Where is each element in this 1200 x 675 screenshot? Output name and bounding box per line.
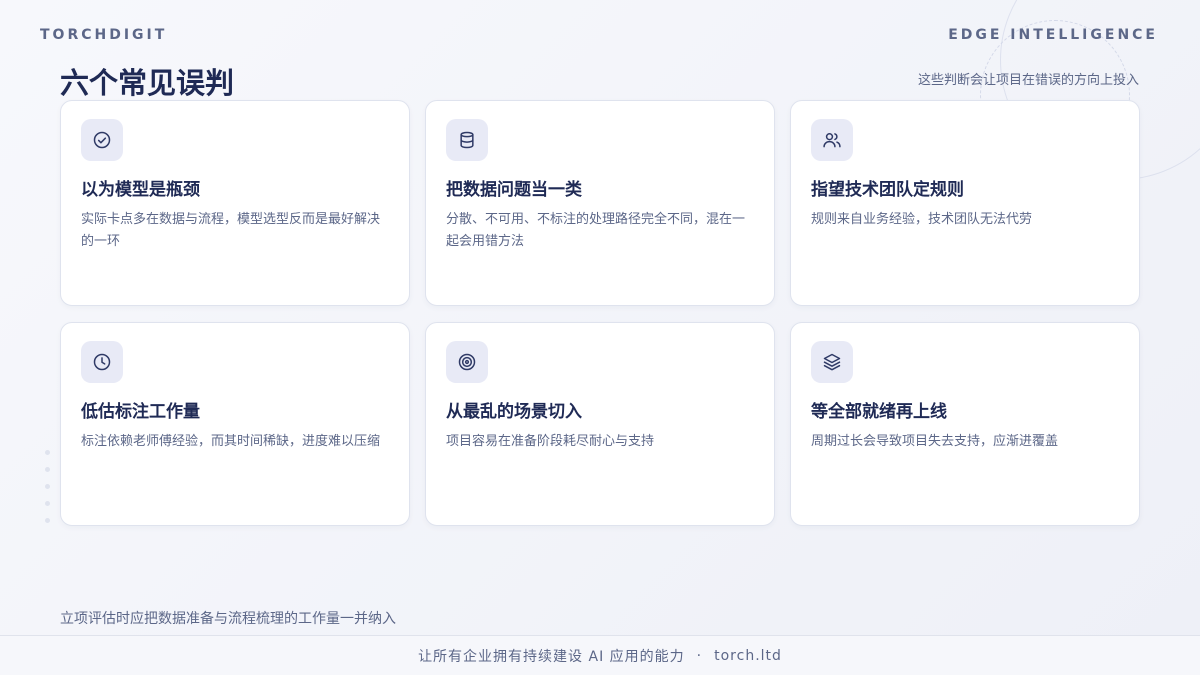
users-icon [811,119,853,161]
clock-icon [81,341,123,383]
card-tech-team-rules: 指望技术团队定规则 规则来自业务经验，技术团队无法代劳 [790,100,1140,306]
card-title: 等全部就绪再上线 [811,402,947,422]
target-icon [446,341,488,383]
card-model-bottleneck: 以为模型是瓶颈 实际卡点多在数据与流程，模型选型反而是最好解决的一环 [60,100,410,306]
brand-logo-text: TORCHDIGIT [40,27,168,43]
footer-slogan: 让所有企业拥有持续建设 AI 应用的能力 [418,648,685,665]
card-messy-scenario: 从最乱的场景切入 项目容易在准备阶段耗尽耐心与支持 [425,322,775,526]
card-description: 标注依赖老师傅经验，而其时间稀缺，进度难以压缩 [81,434,381,449]
card-description: 实际卡点多在数据与流程，模型选型反而是最好解决的一环 [81,212,381,249]
footer-bar: 让所有企业拥有持续建设 AI 应用的能力 · torch.ltd [0,635,1200,675]
footer-note: 立项评估时应把数据准备与流程梳理的工作量一并纳入 [60,611,396,627]
footer-separator: · [696,647,703,664]
brand-tagline: EDGE INTELLIGENCE [948,27,1158,43]
card-description: 规则来自业务经验，技术团队无法代劳 [811,212,1033,227]
card-title: 把数据问题当一类 [446,180,582,200]
check-circle-icon [81,119,123,161]
card-title: 指望技术团队定规则 [811,180,964,200]
card-data-issues: 把数据问题当一类 分散、不可用、不标注的处理路径完全不同，混在一起会用错方法 [425,100,775,306]
misjudgment-card-grid: 以为模型是瓶颈 实际卡点多在数据与流程，模型选型反而是最好解决的一环 把数据问题… [60,100,1140,526]
footer-site-link[interactable]: torch.ltd [714,648,782,664]
card-wait-for-ready: 等全部就绪再上线 周期过长会导致项目失去支持，应渐进覆盖 [790,322,1140,526]
card-description: 分散、不可用、不标注的处理路径完全不同，混在一起会用错方法 [446,212,746,249]
card-title: 低估标注工作量 [81,402,200,422]
layers-icon [811,341,853,383]
card-title: 从最乱的场景切入 [446,402,582,422]
page-title: 六个常见误判 [60,66,235,100]
database-icon [446,119,488,161]
card-description: 项目容易在准备阶段耗尽耐心与支持 [446,434,655,449]
card-description: 周期过长会导致项目失去支持，应渐进覆盖 [811,434,1059,449]
page-subtitle: 这些判断会让项目在错误的方向上投入 [917,73,1139,88]
card-annotation-workload: 低估标注工作量 标注依赖老师傅经验，而其时间稀缺，进度难以压缩 [60,322,410,526]
decorative-dots [45,450,50,535]
card-title: 以为模型是瓶颈 [81,180,200,200]
